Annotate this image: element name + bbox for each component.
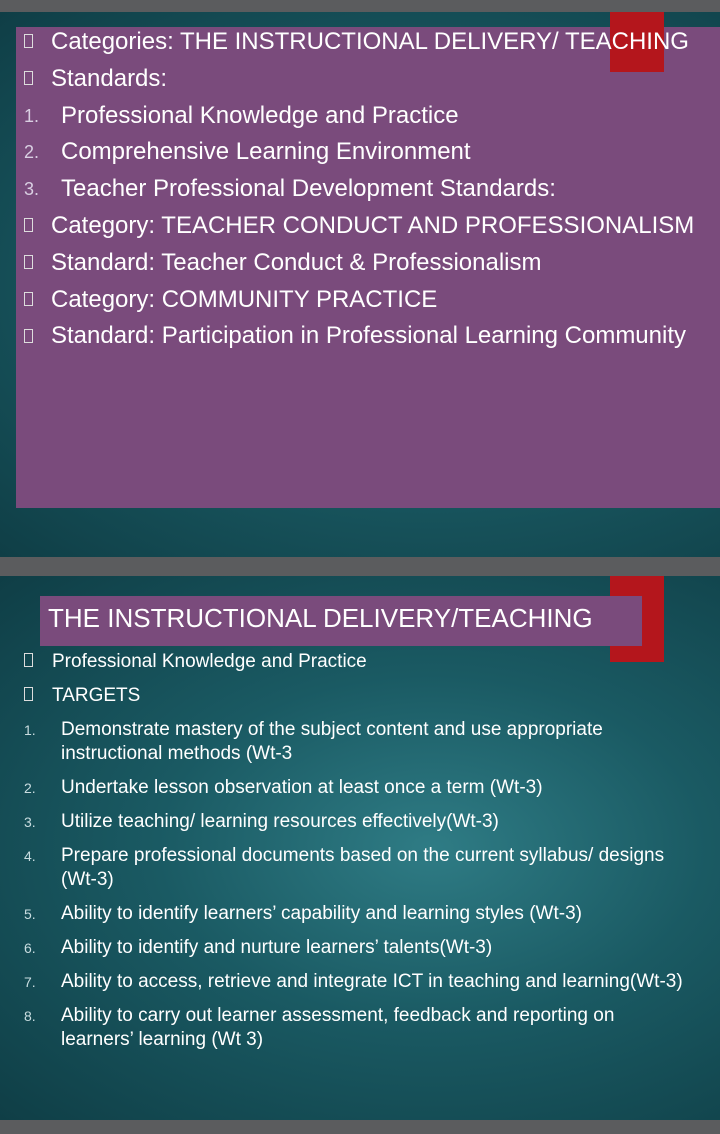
bullet-glyph-icon xyxy=(24,28,33,56)
numbered-item: 3. Utilize teaching/ learning resources e… xyxy=(24,810,684,834)
numbered-item: 1. Demonstrate mastery of the subject con… xyxy=(24,718,684,766)
bullet-glyph-icon xyxy=(24,322,33,350)
targets-list: Professional Knowledge and Practice TARGE… xyxy=(24,650,684,1062)
item-number: 5. xyxy=(24,906,36,922)
numbered-item: 8. Ability to carry out learner assessmen… xyxy=(24,1004,684,1052)
numbered-item: 2. Undertake lesson observation at least … xyxy=(24,776,684,800)
item-number: 1. xyxy=(24,105,40,126)
bullet-item: Professional Knowledge and Practice xyxy=(24,650,684,674)
item-text: Categories: THE INSTRUCTIONAL DELIVERY/ … xyxy=(51,28,689,55)
item-text: Demonstrate mastery of the subject conte… xyxy=(61,719,603,764)
item-number: 1. xyxy=(24,722,36,738)
standards-list: Categories: THE INSTRUCTIONAL DELIVERY/ … xyxy=(24,28,714,359)
item-text: Teacher Professional Development Standar… xyxy=(61,175,556,203)
bullet-item: Categories: THE INSTRUCTIONAL DELIVERY/ … xyxy=(24,28,714,56)
bullet-glyph-icon xyxy=(24,684,33,708)
item-text: TARGETS xyxy=(52,685,141,706)
item-text: Ability to carry out learner assessment,… xyxy=(61,1005,615,1050)
numbered-item: 7. Ability to access, retrieve and integr… xyxy=(24,970,684,994)
item-text: Category: TEACHER CONDUCT AND PROFESSION… xyxy=(51,211,695,239)
item-text: Ability to identify and nurture learners… xyxy=(61,937,493,958)
bullet-item: Standards: xyxy=(24,65,714,93)
bullet-item: Standard: Participation in Professional … xyxy=(24,322,714,350)
item-number: 8. xyxy=(24,1008,36,1024)
bullet-item: Standard: Teacher Conduct & Professional… xyxy=(24,249,714,277)
numbered-item: 5. Ability to identify learners’ capabili… xyxy=(24,902,684,926)
item-text: Utilize teaching/ learning resources eff… xyxy=(61,811,499,832)
bullet-item: TARGETS xyxy=(24,684,684,708)
numbered-item: 6. Ability to identify and nurture learne… xyxy=(24,936,684,960)
item-text: Undertake lesson observation at least on… xyxy=(61,777,543,798)
bullet-item: Category: TEACHER CONDUCT AND PROFESSION… xyxy=(24,212,714,240)
item-number: 6. xyxy=(24,940,36,956)
item-text: Professional Knowledge and Practice xyxy=(61,101,459,129)
numbered-item: 1. Professional Knowledge and Practice xyxy=(24,102,714,130)
bullet-glyph-icon xyxy=(24,650,33,674)
item-text: Ability to access, retrieve and integrat… xyxy=(61,971,683,992)
item-number: 3. xyxy=(24,179,40,200)
item-text: Professional Knowledge and Practice xyxy=(52,651,367,672)
item-text: Prepare professional documents based on … xyxy=(61,845,665,890)
item-number: 3. xyxy=(24,814,36,830)
item-text: Comprehensive Learning Environment xyxy=(61,138,471,166)
numbered-item: 3. Teacher Professional Development Stand… xyxy=(24,175,714,203)
bullet-glyph-icon xyxy=(24,65,33,93)
item-number: 2. xyxy=(24,142,40,163)
slide-instructional-delivery: THE INSTRUCTIONAL DELIVERY/TEACHING Prof… xyxy=(0,576,720,1120)
bullet-glyph-icon xyxy=(24,249,33,277)
numbered-item: 4. Prepare professional documents based o… xyxy=(24,844,684,892)
item-number: 7. xyxy=(24,974,36,990)
item-text: Category: COMMUNITY PRACTICE xyxy=(51,285,438,313)
slide-standards-overview: Categories: THE INSTRUCTIONAL DELIVERY/ … xyxy=(0,12,720,557)
bullet-item: Category: COMMUNITY PRACTICE xyxy=(24,286,714,314)
numbered-item: 2. Comprehensive Learning Environment xyxy=(24,138,714,166)
item-text: Standards: xyxy=(51,64,168,92)
item-number: 2. xyxy=(24,780,36,796)
item-text: Ability to identify learners’ capability… xyxy=(61,903,582,924)
item-text: Standard: Participation in Professional … xyxy=(51,322,687,350)
slide-title: THE INSTRUCTIONAL DELIVERY/TEACHING xyxy=(48,603,593,633)
bullet-glyph-icon xyxy=(24,286,33,314)
item-number: 4. xyxy=(24,848,36,864)
bullet-glyph-icon xyxy=(24,212,33,240)
item-text: Standard: Teacher Conduct & Professional… xyxy=(51,248,542,276)
